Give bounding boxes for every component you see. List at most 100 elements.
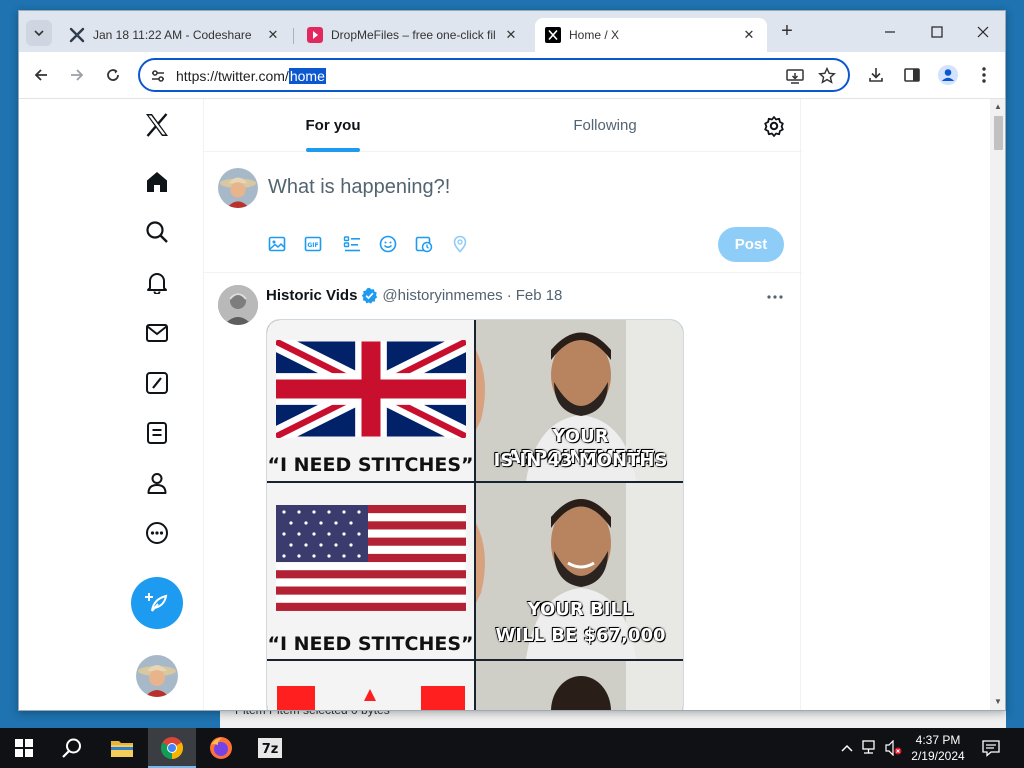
tab-separator xyxy=(293,28,294,44)
taskbar-file-explorer[interactable] xyxy=(98,728,146,768)
action-center-icon[interactable] xyxy=(981,738,1001,758)
close-icon[interactable]: ✕ xyxy=(741,27,757,43)
search-icon[interactable] xyxy=(143,218,171,246)
minimize-icon xyxy=(885,31,895,33)
account-avatar[interactable] xyxy=(136,655,178,697)
meme-uk-panel: “I NEED STITCHES” xyxy=(267,320,474,481)
tab-codeshare[interactable]: Jan 18 11:22 AM - Codeshare ✕ xyxy=(59,18,291,52)
meme-third-row-right xyxy=(476,661,683,710)
x-page: For you Following What is happening?! GI… xyxy=(19,99,1005,710)
svg-text:GIF: GIF xyxy=(307,242,318,249)
x-sidebar xyxy=(19,99,203,710)
install-app-icon[interactable] xyxy=(786,67,804,85)
browser-toolbar: https://twitter.com/home xyxy=(19,52,1005,99)
gif-icon[interactable]: GIF xyxy=(302,233,324,255)
tweet-author-avatar[interactable] xyxy=(218,285,258,325)
tweet-more-button[interactable] xyxy=(764,289,786,305)
back-button[interactable] xyxy=(29,63,53,87)
timeline-settings-icon[interactable] xyxy=(763,115,785,137)
tweet[interactable]: Historic Vids @historyinmemes · Feb 18 “… xyxy=(204,273,802,710)
tab-title: Jan 18 11:22 AM - Codeshare xyxy=(93,28,252,42)
chrome-icon xyxy=(161,737,183,759)
url-prefix: https://twitter.com/ xyxy=(176,68,289,84)
meme-caption: YOUR BILL xyxy=(527,599,634,620)
compose-post-button[interactable] xyxy=(131,577,183,629)
tweet-handle[interactable]: @historyinmemes xyxy=(382,287,502,304)
taskbar-7zip[interactable]: 7z xyxy=(246,728,294,768)
svg-text:7z: 7z xyxy=(262,742,279,757)
post-composer: What is happening?! GIF Post xyxy=(204,152,802,273)
network-icon[interactable] xyxy=(861,738,881,758)
tab-bar: Jan 18 11:22 AM - Codeshare ✕ DropMeFile… xyxy=(19,11,1005,52)
clock-date: 2/19/2024 xyxy=(911,749,965,763)
chevron-down-icon xyxy=(34,30,44,37)
meme-third-row-left xyxy=(267,661,474,710)
home-icon[interactable] xyxy=(143,168,171,196)
composer-input[interactable]: What is happening?! xyxy=(268,176,450,199)
browser-menu-button[interactable] xyxy=(973,64,995,86)
tab-dropmefiles[interactable]: DropMeFiles – free one-click fil ✕ xyxy=(297,18,529,52)
tweet-date[interactable]: Feb 18 xyxy=(516,287,563,304)
close-icon[interactable]: ✕ xyxy=(503,27,519,43)
address-bar[interactable]: https://twitter.com/home xyxy=(138,58,850,92)
emoji-icon[interactable] xyxy=(377,233,399,255)
tab-for-you[interactable]: For you xyxy=(204,99,462,152)
search-icon xyxy=(62,738,81,758)
x-logo-icon xyxy=(545,27,561,43)
tab-search-button[interactable] xyxy=(26,20,52,46)
close-window-button[interactable] xyxy=(968,19,998,45)
post-button[interactable]: Post xyxy=(718,227,784,262)
bookmark-star-icon[interactable] xyxy=(818,67,836,85)
media-icon[interactable] xyxy=(266,233,288,255)
scroll-up-arrow-icon[interactable]: ▲ xyxy=(994,102,1002,111)
close-icon[interactable]: ✕ xyxy=(265,27,281,43)
x-logo-icon[interactable] xyxy=(143,111,171,139)
close-icon xyxy=(977,26,989,38)
maximize-button[interactable] xyxy=(922,19,952,45)
composer-avatar xyxy=(218,168,258,208)
scroll-down-arrow-icon[interactable]: ▼ xyxy=(994,697,1002,706)
show-hidden-icons-chevron-icon[interactable] xyxy=(837,738,857,758)
tweet-author-name[interactable]: Historic Vids xyxy=(266,287,357,304)
reload-button[interactable] xyxy=(101,63,125,87)
clock-time: 4:37 PM xyxy=(915,733,961,747)
forward-button[interactable] xyxy=(65,63,89,87)
folder-icon xyxy=(111,741,133,757)
volume-muted-icon[interactable] xyxy=(884,738,904,758)
side-panel-icon xyxy=(904,68,920,82)
meme-caption: “I NEED STITCHES” xyxy=(267,454,474,476)
verified-badge-icon xyxy=(362,287,378,304)
minimize-button[interactable] xyxy=(875,19,905,45)
poll-icon[interactable] xyxy=(341,233,363,255)
page-scrollbar[interactable]: ▲ ▼ xyxy=(990,99,1005,710)
url-selected-text: home xyxy=(288,68,326,84)
profile-icon xyxy=(938,65,958,85)
url-text[interactable]: https://twitter.com/home xyxy=(176,68,326,84)
location-icon[interactable] xyxy=(449,233,471,255)
taskbar-firefox[interactable] xyxy=(197,728,245,768)
side-panel-button[interactable] xyxy=(901,64,923,86)
scroll-thumb[interactable] xyxy=(994,116,1003,150)
schedule-icon[interactable] xyxy=(413,233,435,255)
messages-envelope-icon[interactable] xyxy=(143,319,171,347)
meme-us-panel: “I NEED STITCHES” xyxy=(267,483,474,659)
taskbar-chrome[interactable] xyxy=(148,728,196,768)
tweet-media-image[interactable]: “I NEED STITCHES” YOUR APPOINTMENT IS IN… xyxy=(266,319,684,710)
new-tab-button[interactable]: + xyxy=(777,21,797,42)
tab-title: DropMeFiles – free one-click fil xyxy=(331,28,496,42)
taskbar-search-button[interactable] xyxy=(48,728,96,768)
lists-icon[interactable] xyxy=(143,419,171,447)
taskbar-clock[interactable]: 4:37 PM 2/19/2024 xyxy=(904,732,972,764)
download-icon xyxy=(869,68,883,82)
tab-home-x[interactable]: Home / X ✕ xyxy=(535,18,767,52)
more-options-icon[interactable] xyxy=(143,519,171,547)
profile-button[interactable] xyxy=(937,64,959,86)
site-settings-icon[interactable] xyxy=(150,68,166,89)
firefox-icon xyxy=(210,737,232,759)
start-button[interactable] xyxy=(0,728,48,768)
downloads-button[interactable] xyxy=(865,64,887,86)
grok-icon[interactable] xyxy=(143,369,171,397)
notifications-bell-icon[interactable] xyxy=(143,268,171,296)
tab-following[interactable]: Following xyxy=(462,99,748,152)
profile-icon[interactable] xyxy=(143,469,171,497)
